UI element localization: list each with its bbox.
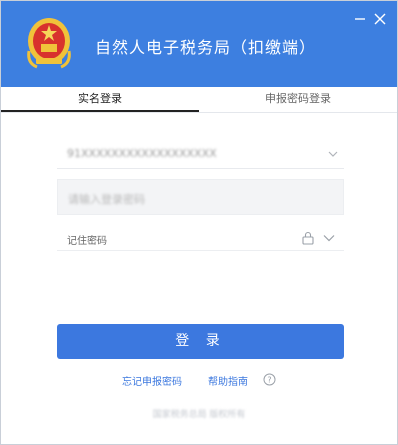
tab-real-name-login[interactable]: 实名登录 [1, 87, 199, 112]
login-window: 自然人电子税务局（扣缴端） 实名登录 申报密码登录 91XXXXXXXXXXXX… [0, 0, 398, 445]
close-icon[interactable] [373, 12, 387, 26]
lock-icon[interactable] [301, 231, 315, 245]
chevron-down-icon[interactable] [323, 234, 335, 242]
title-bar: 自然人电子税务局（扣缴端） [1, 1, 397, 87]
app-title: 自然人电子税务局（扣缴端） [95, 38, 317, 57]
password-placeholder: 请输入登录密码 [68, 193, 145, 206]
footer-text: 国家税务总局 版权所有 [152, 410, 246, 420]
forgot-password-link[interactable]: 忘记申报密码 [122, 373, 182, 388]
remember-password-row[interactable]: 记住密码 [57, 227, 344, 251]
svg-text:?: ? [267, 376, 271, 385]
password-input[interactable]: 请输入登录密码 [57, 179, 344, 215]
account-select[interactable]: 91XXXXXXXXXXXXXXXXXX [57, 141, 344, 169]
help-guide-link[interactable]: 帮助指南 [208, 373, 248, 388]
tax-emblem-icon [27, 18, 71, 69]
chevron-down-icon[interactable] [328, 150, 338, 158]
remember-password-label: 记住密码 [67, 236, 107, 247]
help-icon[interactable]: ? [263, 373, 276, 386]
login-tabs: 实名登录 申报密码登录 [1, 87, 397, 113]
account-value: 91XXXXXXXXXXXXXXXXXX [67, 147, 217, 160]
login-button[interactable]: 登 录 [57, 324, 344, 359]
minimize-icon[interactable] [353, 12, 367, 26]
tab-password-login[interactable]: 申报密码登录 [199, 87, 397, 112]
